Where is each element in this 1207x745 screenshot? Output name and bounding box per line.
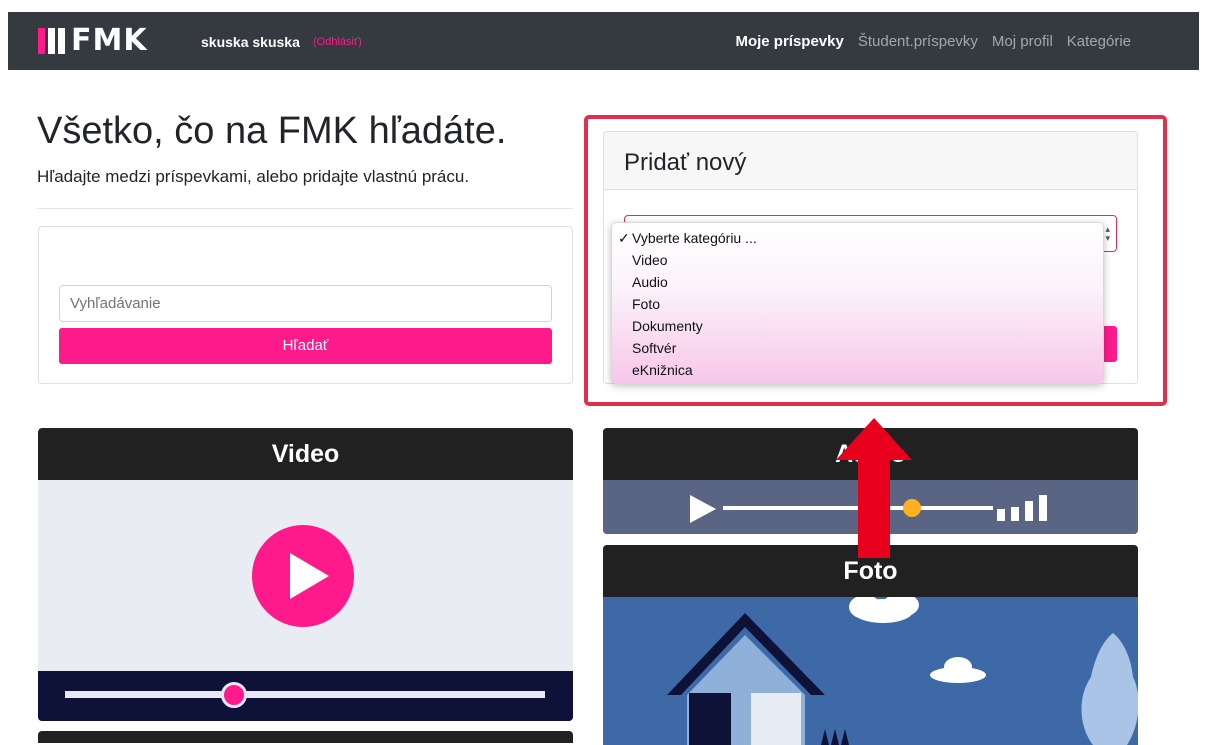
nav-student-posts[interactable]: Študent.príspevky [858, 33, 978, 50]
page-subtitle: Hľadajte medzi príspevkami, alebo pridaj… [37, 167, 470, 186]
page-title: Všetko, čo na FMK hľadáte. [37, 110, 507, 152]
nav-links: Moje príspevky Študent.príspevky Moj pro… [735, 33, 1131, 50]
category-tile-next [38, 731, 573, 743]
nav-categories[interactable]: Kategórie [1067, 33, 1131, 50]
video-progress-knob [221, 682, 247, 708]
video-controls [38, 671, 573, 721]
divider [37, 208, 573, 209]
navbar: FMK skuska skuska (Odhlásiť) Moje príspe… [8, 12, 1199, 70]
category-tile-foto[interactable]: Foto [603, 545, 1138, 745]
tile-title-video: Video [38, 428, 573, 480]
search-input[interactable]: Vyhľadávanie [59, 285, 552, 322]
annotation-highlight [584, 115, 1167, 406]
video-progress-track [65, 691, 545, 698]
logout-link[interactable]: (Odhlásiť) [313, 36, 362, 48]
play-icon [252, 525, 354, 627]
up-arrow-icon [836, 418, 912, 558]
nav-my-profile[interactable]: Moj profil [992, 33, 1053, 50]
nav-my-posts[interactable]: Moje príspevky [735, 33, 843, 50]
search-button[interactable]: Hľadať [59, 328, 552, 364]
house-illustration-icon [667, 597, 1138, 745]
volume-bars-icon [997, 495, 1047, 521]
brand-logo[interactable]: FMK [38, 26, 148, 56]
brand-name: FMK [71, 23, 148, 58]
user-name: skuska skuska [201, 34, 300, 50]
search-card: Vyhľadávanie Hľadať [38, 226, 573, 384]
play-icon [690, 495, 716, 523]
logo-bars-icon [38, 28, 65, 54]
category-tile-video[interactable]: Video [38, 428, 573, 721]
